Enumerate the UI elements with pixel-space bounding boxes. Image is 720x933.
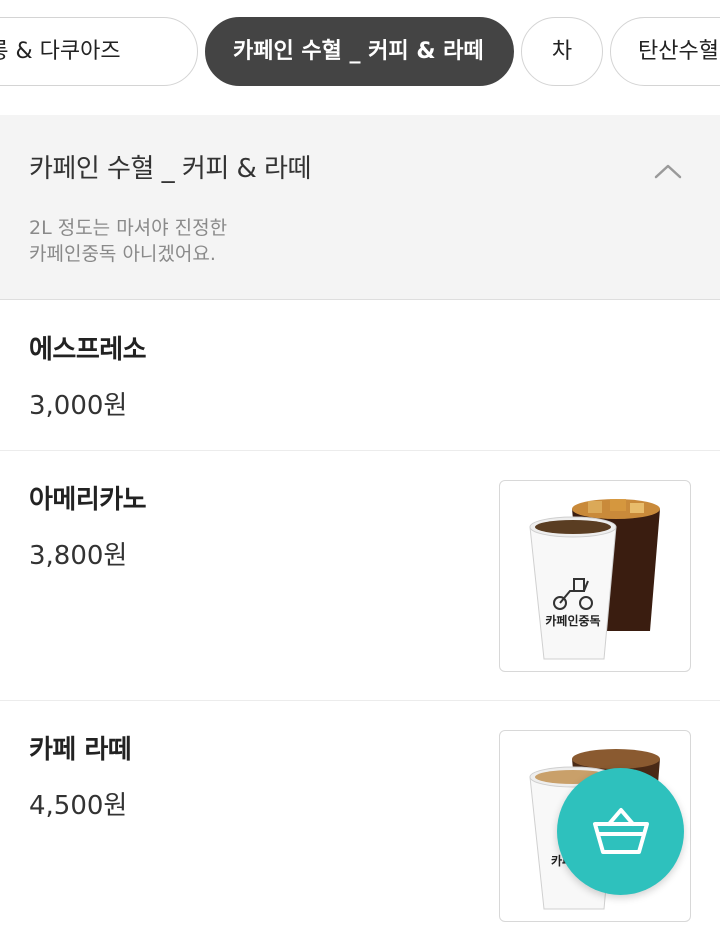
menu-item-price: 3,000원: [29, 391, 128, 421]
menu-item-name: 카페 라떼: [29, 735, 132, 765]
menu-item-price: 3,800원: [29, 541, 128, 571]
tab-sparkling[interactable]: 탄산수혈: [610, 17, 720, 86]
cart-button[interactable]: [557, 768, 684, 895]
section-title: 카페인 수혈 _ 커피 & 라떼: [29, 154, 311, 184]
americano-image: 카페인중독: [499, 480, 691, 672]
tab-tea[interactable]: 차: [521, 17, 603, 86]
chevron-up-icon[interactable]: [648, 155, 688, 185]
menu-item-price: 4,500원: [29, 791, 128, 821]
category-tab-bar: 카롱 & 다쿠아즈 카페인 수혈 _ 커피 & 라떼 차 탄산수혈: [0, 0, 720, 112]
tab-macaron-dacquoise[interactable]: 카롱 & 다쿠아즈: [0, 17, 198, 86]
menu-item-espresso[interactable]: 에스프레소 3,000원: [0, 301, 720, 451]
tab-caffeine-coffee-latte[interactable]: 카페인 수혈 _ 커피 & 라떼: [205, 17, 514, 86]
section-description: 2L 정도는 마셔야 진정한 카페인중독 아니겠어요.: [29, 217, 228, 265]
cup-brand-text: 카페인중독: [545, 613, 600, 628]
menu-item-name: 에스프레소: [29, 335, 147, 365]
shopping-basket-icon: [593, 808, 649, 854]
menu-item-americano[interactable]: 아메리카노 3,800원 카페인중독: [0, 451, 720, 701]
menu-item-name: 아메리카노: [29, 485, 147, 515]
category-section-header: 카페인 수혈 _ 커피 & 라떼 2L 정도는 마셔야 진정한 카페인중독 아니…: [0, 115, 720, 300]
